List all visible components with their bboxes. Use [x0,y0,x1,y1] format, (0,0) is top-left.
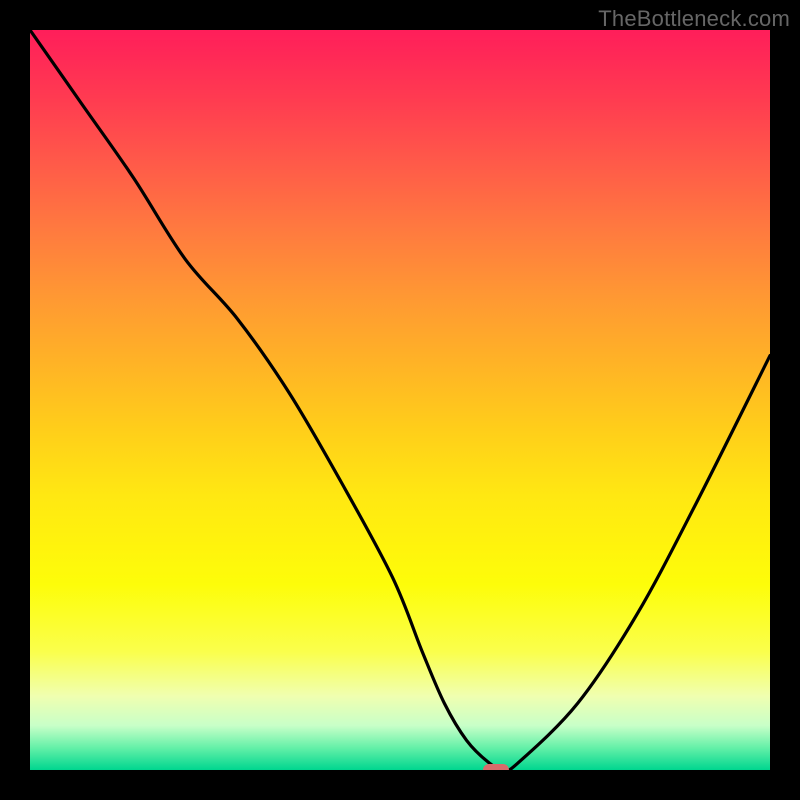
watermark-text: TheBottleneck.com [598,6,790,32]
bottleneck-curve-path [30,30,770,770]
frame-border-bottom [0,770,800,800]
chart-container: TheBottleneck.com [0,0,800,800]
bottleneck-curve-svg [30,30,770,770]
frame-border-right [770,0,800,800]
frame-border-left [0,0,30,800]
